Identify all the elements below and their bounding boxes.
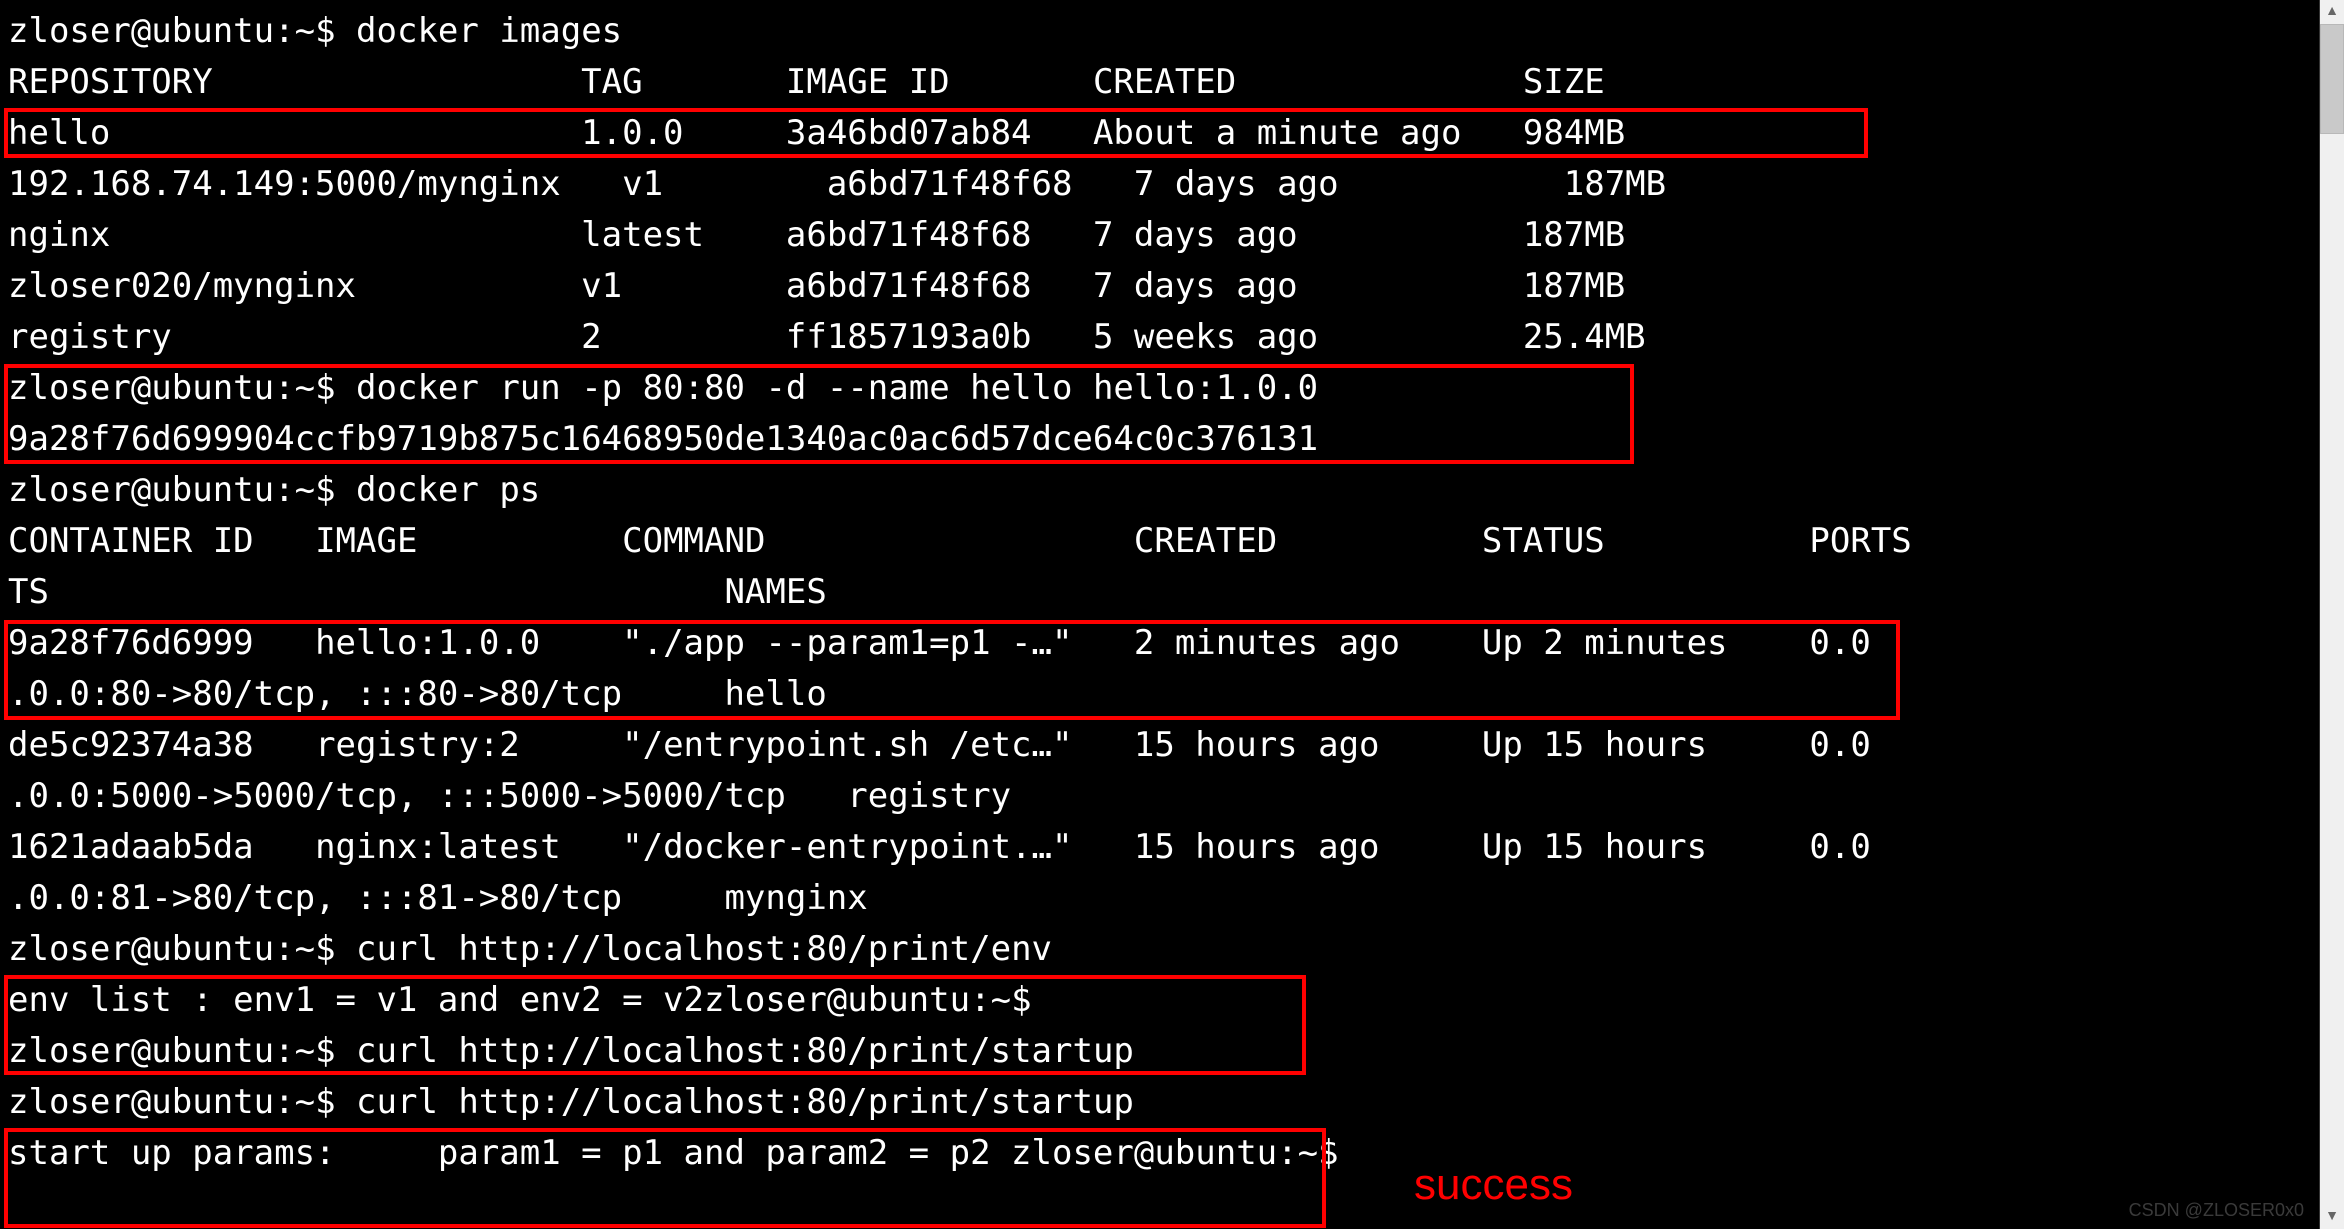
ps-header-line1: CONTAINER ID IMAGE COMMAND CREATED STATU… (8, 516, 2312, 567)
col-image-id: IMAGE ID (786, 62, 950, 102)
scrollbar-up-arrow-icon[interactable]: ▲ (2320, 0, 2344, 24)
cmd-line-docker-images: zloser@ubuntu:~$ docker images (8, 6, 2312, 57)
curl-startup-output: start up params: param1 = p1 and param2 … (8, 1128, 2312, 1179)
col-repository: REPOSITORY (8, 62, 213, 102)
ps-header-line2: TS NAMES (8, 567, 2312, 618)
curl-env-output: env list : env1 = v1 and env2 = v2zloser… (8, 975, 2312, 1026)
run-output: 9a28f76d699904ccfb9719b875c16468950de134… (8, 414, 2312, 465)
scrollbar-down-arrow-icon[interactable]: ▼ (2320, 1205, 2344, 1229)
terminal-output[interactable]: zloser@ubuntu:~$ docker imagesREPOSITORY… (0, 0, 2320, 1229)
scrollbar-thumb[interactable] (2320, 24, 2344, 134)
cmd-line-curl-env: zloser@ubuntu:~$ curl http://localhost:8… (8, 924, 2312, 975)
cmd-line-docker-ps: zloser@ubuntu:~$ docker ps (8, 465, 2312, 516)
image-row: nginx latest a6bd71f48f68 7 days ago 187… (8, 210, 2312, 261)
ps-row-cont: .0.0:80->80/tcp, :::80->80/tcp hello (8, 669, 2312, 720)
ps-row-cont: .0.0:81->80/tcp, :::81->80/tcp mynginx (8, 873, 2312, 924)
ps-row-cont: .0.0:5000->5000/tcp, :::5000->5000/tcp r… (8, 771, 2312, 822)
scrollbar-track[interactable] (2320, 0, 2344, 1229)
image-row: 192.168.74.149:5000/mynginx v1 a6bd71f48… (8, 159, 2312, 210)
ps-row: 9a28f76d6999 hello:1.0.0 "./app --param1… (8, 618, 2312, 669)
image-row: registry 2 ff1857193a0b 5 weeks ago 25.4… (8, 312, 2312, 363)
cmd-line-docker-run: zloser@ubuntu:~$ docker run -p 80:80 -d … (8, 363, 2312, 414)
col-created: CREATED (1093, 62, 1236, 102)
cmd-line-curl-startup-2: zloser@ubuntu:~$ curl http://localhost:8… (8, 1077, 2312, 1128)
col-tag: TAG (581, 62, 642, 102)
cmd-line-curl-startup-1: zloser@ubuntu:~$ curl http://localhost:8… (8, 1026, 2312, 1077)
ps-row: 1621adaab5da nginx:latest "/docker-entry… (8, 822, 2312, 873)
image-row: zloser020/mynginx v1 a6bd71f48f68 7 days… (8, 261, 2312, 312)
images-header: REPOSITORY TAG IMAGE ID CREATED SIZE (8, 57, 2312, 108)
success-annotation: success (1414, 1160, 1573, 1210)
ps-row: de5c92374a38 registry:2 "/entrypoint.sh … (8, 720, 2312, 771)
watermark: CSDN @ZLOSER0x0 (2129, 1200, 2304, 1221)
image-row: hello 1.0.0 3a46bd07ab84 About a minute … (8, 108, 2312, 159)
col-size: SIZE (1523, 62, 1605, 102)
